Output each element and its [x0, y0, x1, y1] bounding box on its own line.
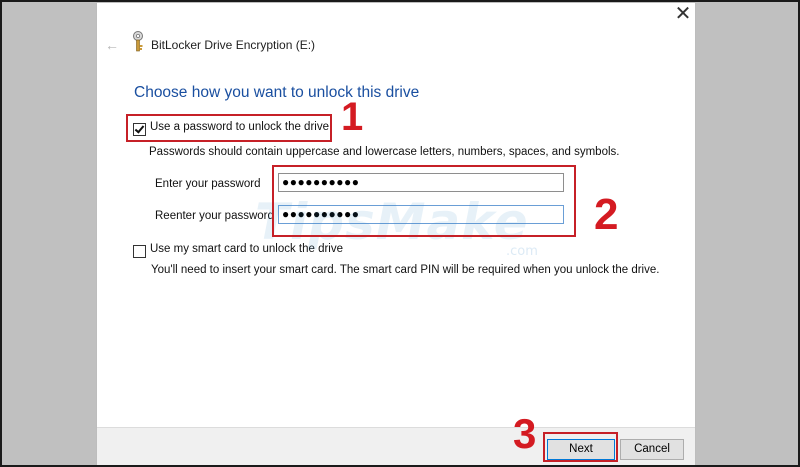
- back-arrow-icon[interactable]: ←: [105, 37, 119, 53]
- annotation-box-1: [126, 114, 332, 142]
- bitlocker-key-icon: [133, 31, 143, 52]
- annotation-box-2: [272, 165, 576, 237]
- smartcard-description: You'll need to insert your smart card. T…: [151, 264, 660, 276]
- password-description: Passwords should contain uppercase and l…: [149, 146, 620, 158]
- annotation-step-2: 2: [594, 190, 619, 239]
- annotation-step-1: 1: [341, 95, 364, 139]
- watermark-suffix: .com: [506, 244, 538, 259]
- smartcard-checkbox[interactable]: [133, 245, 146, 258]
- enter-password-label: Enter your password: [155, 178, 261, 190]
- annotation-box-3: [543, 432, 618, 462]
- annotation-step-3: 3: [513, 410, 537, 457]
- page-heading: Choose how you want to unlock this drive: [134, 84, 420, 101]
- window-title: BitLocker Drive Encryption (E:): [151, 38, 316, 52]
- title-bar: ← BitLocker Drive Encryption (E:) ✕: [97, 3, 695, 63]
- cancel-button[interactable]: Cancel: [620, 439, 684, 460]
- close-icon[interactable]: ✕: [671, 3, 695, 27]
